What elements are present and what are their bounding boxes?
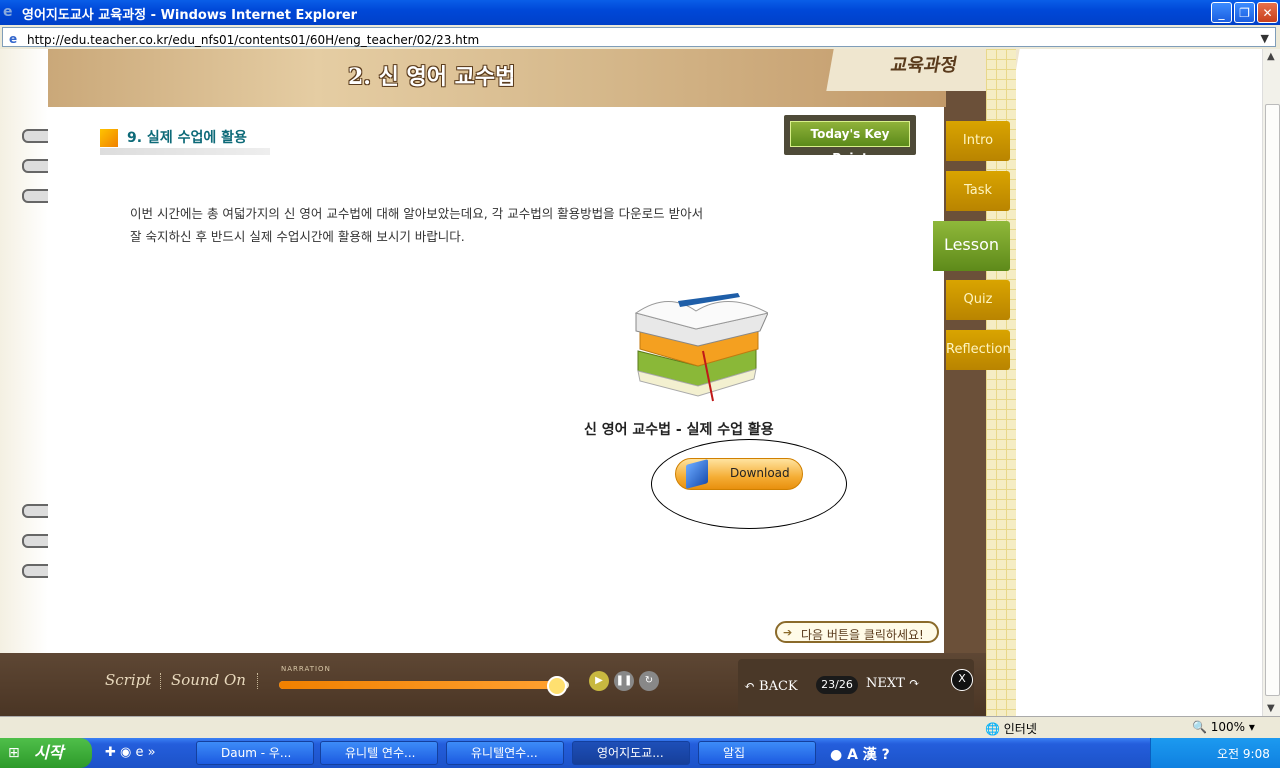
arrow-right-icon: ➔ xyxy=(783,626,793,639)
content-page xyxy=(48,107,944,699)
intro-line-1: 이번 시간에는 총 여덟가지의 신 영어 교수법에 대해 알아보았는데요, 각 … xyxy=(130,206,704,221)
chevron-down-icon[interactable]: ▼ xyxy=(1261,32,1269,45)
notebook-edge xyxy=(0,49,48,699)
back-label: BACK xyxy=(759,679,798,694)
system-tray: 오전 9:08 xyxy=(1150,738,1280,768)
cube-icon xyxy=(100,129,118,147)
next-hint-badge: ➔ 다음 버튼을 클릭하세요! xyxy=(775,621,939,643)
section-title: 9. 실제 수업에 활용 xyxy=(127,130,247,146)
ie-icon: e xyxy=(3,4,13,20)
narration-progress-fill xyxy=(279,681,558,689)
page-icon: e xyxy=(9,32,18,46)
security-zone: 🌐 인터넷 xyxy=(985,722,1037,736)
tab-intro[interactable]: Intro xyxy=(946,121,1010,161)
taskbar-button[interactable]: Daum - 우... xyxy=(196,741,314,765)
key-point-button[interactable]: Today's Key Point xyxy=(784,115,916,165)
narration-slider-handle[interactable] xyxy=(547,676,568,696)
play-icon[interactable]: ▶ xyxy=(589,671,609,691)
top-banner: 2. 신 영어 교수법 xyxy=(48,49,946,107)
books-icon xyxy=(634,293,768,402)
tab-task[interactable]: Task xyxy=(946,171,1010,211)
url-text: http://edu.teacher.co.kr/edu_nfs01/conte… xyxy=(27,33,480,47)
restore-button[interactable]: ❐ xyxy=(1234,2,1255,23)
book-icon xyxy=(686,459,708,489)
narration-label: NARRATION xyxy=(281,665,331,673)
page-indicator: 23/26 xyxy=(816,676,858,694)
sound-toggle[interactable]: Sound On xyxy=(171,671,246,689)
next-hint-text: 다음 버튼을 클릭하세요! xyxy=(801,628,924,642)
taskbar: 시작 ⊞ ✚ ◉ e » Daum - 우... 유니텔 연수... 유니텔연수… xyxy=(0,738,1280,768)
next-button[interactable]: NEXT ↷ xyxy=(866,676,920,691)
tab-reflection[interactable]: Reflection xyxy=(946,330,1011,370)
intro-line-2: 잘 숙지하신 후 반드시 실제 수업시간에 활용해 보시기 바랍니다. xyxy=(130,229,465,244)
banner-title: 2. 신 영어 교수법 xyxy=(348,64,516,90)
download-button[interactable]: Download xyxy=(675,458,803,490)
download-label: Download xyxy=(730,466,790,480)
ime-indicator-icons[interactable]: ● A 漢 ? xyxy=(830,744,890,764)
corner-text: 교육과정 xyxy=(888,55,959,76)
quicklaunch-icons[interactable]: ✚ ◉ e » xyxy=(105,745,156,760)
scroll-up-icon[interactable]: ▲ xyxy=(1267,51,1275,62)
browser-content: 2. 신 영어 교수법 교육과정 9. 실제 수업에 활용 Today's Ke… xyxy=(0,49,1262,716)
url-field[interactable]: e http://edu.teacher.co.kr/edu_nfs01/con… xyxy=(2,27,1276,47)
vertical-scrollbar[interactable]: ▲ ▼ xyxy=(1262,49,1280,716)
page-navigation: ↶ BACK 23/26 NEXT ↷ xyxy=(738,659,974,714)
clock: 오전 9:08 xyxy=(1217,747,1270,761)
taskbar-button[interactable]: 유니텔 연수... xyxy=(320,741,438,765)
next-label: NEXT xyxy=(866,676,905,691)
windows-logo-icon: ⊞ xyxy=(8,745,20,761)
zoom-label: 100% xyxy=(1210,720,1246,734)
tab-quiz[interactable]: Quiz xyxy=(946,280,1010,320)
replay-icon[interactable]: ↻ xyxy=(639,671,659,691)
narration-progress-track[interactable] xyxy=(279,676,569,696)
taskbar-button[interactable]: 알집 xyxy=(698,741,816,765)
scroll-thumb[interactable] xyxy=(1265,104,1280,696)
intro-text: 이번 시간에는 총 여덟가지의 신 영어 교수법에 대해 알아보았는데요, 각 … xyxy=(130,202,790,248)
window-titlebar[interactable]: e 영어지도교사 교육과정 - Windows Internet Explore… xyxy=(0,0,1280,25)
close-window-button[interactable]: ✕ xyxy=(1257,2,1278,23)
scroll-down-icon[interactable]: ▼ xyxy=(1267,703,1275,714)
tab-lesson[interactable]: Lesson xyxy=(933,221,1010,271)
minimize-button[interactable]: _ xyxy=(1211,2,1232,23)
back-button[interactable]: ↶ BACK xyxy=(744,679,798,694)
close-content-button[interactable]: X xyxy=(951,669,973,691)
address-bar: e http://edu.teacher.co.kr/edu_nfs01/con… xyxy=(0,25,1280,50)
divider xyxy=(160,673,162,689)
script-button[interactable]: Script xyxy=(105,671,151,689)
heading-underline xyxy=(100,148,270,155)
zone-label: 인터넷 xyxy=(1003,722,1037,736)
book-caption: 신 영어 교수법 - 실제 수업 활용 xyxy=(584,422,774,438)
status-bar: 🌐 인터넷 🔍 100% ▾ xyxy=(0,716,1280,739)
window-title: 영어지도교사 교육과정 - Windows Internet Explorer xyxy=(22,8,358,23)
zoom-control[interactable]: 🔍 100% ▾ xyxy=(1192,720,1255,734)
divider xyxy=(257,673,259,689)
taskbar-button-active[interactable]: 영어지도교... xyxy=(572,741,690,765)
pause-icon[interactable]: ❚❚ xyxy=(614,671,634,691)
taskbar-button[interactable]: 유니텔연수... xyxy=(446,741,564,765)
flash-frame: 2. 신 영어 교수법 교육과정 9. 실제 수업에 활용 Today's Ke… xyxy=(0,49,1020,716)
key-point-label: Today's Key Point xyxy=(790,121,910,165)
